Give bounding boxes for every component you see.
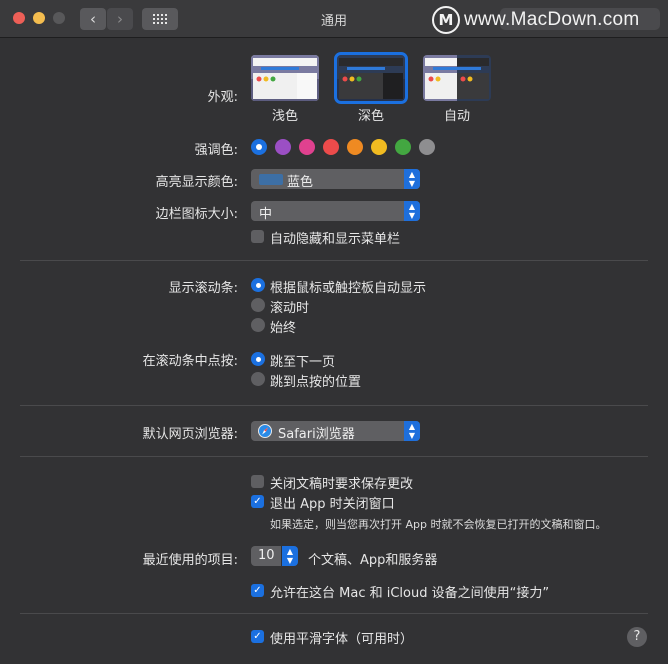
handoff-checkbox[interactable]: ✓ <box>251 584 264 597</box>
sidebar-icon-size-value: 中 <box>259 207 273 222</box>
updown-arrows-icon: ▲ ▼ <box>404 169 420 189</box>
preferences-window: ‹ › 通用 M www.MacDown.com 外观: 浅色 深色 自动 强调… <box>0 0 668 664</box>
jump-to-spot-label: 跳到点按的位置 <box>270 375 362 390</box>
recent-items-suffix: 个文稿、App和服务器 <box>308 553 438 568</box>
updown-arrows-icon: ▲ ▼ <box>404 201 420 221</box>
highlight-color-label: 高亮显示颜色: <box>155 175 238 190</box>
accent-color-swatch[interactable] <box>251 139 267 155</box>
highlight-color-value: 蓝色 <box>287 175 314 190</box>
close-windows-label: 退出 App 时关闭窗口 <box>270 497 395 512</box>
safari-compass-icon <box>258 424 272 438</box>
default-browser-label: 默认网页浏览器: <box>142 427 238 442</box>
font-smoothing-checkbox[interactable]: ✓ <box>251 630 264 643</box>
scrollbars-scrolling-radio[interactable] <box>251 298 265 312</box>
titlebar: ‹ › 通用 M www.MacDown.com <box>0 0 668 38</box>
recent-items-stepper[interactable]: ▲ ▼ <box>282 546 298 566</box>
recent-items-label: 最近使用的项目: <box>142 553 238 568</box>
highlight-swatch <box>259 174 283 185</box>
accent-color-swatch[interactable] <box>347 139 363 155</box>
updown-arrows-icon: ▲ ▼ <box>286 547 294 565</box>
appearance-dark-label: 深色 <box>357 109 384 124</box>
sidebar-icon-size-popup[interactable]: 中 ▲ ▼ <box>251 201 420 222</box>
accent-color-swatch[interactable] <box>371 139 387 155</box>
jump-next-page-label: 跳至下一页 <box>270 355 336 370</box>
default-browser-popup[interactable]: Safari浏览器 ▲ ▼ <box>251 421 420 442</box>
highlight-color-popup[interactable]: 蓝色 ▲ ▼ <box>251 169 420 190</box>
scrollbars-always-radio[interactable] <box>251 318 265 332</box>
scrollbars-auto-radio[interactable] <box>251 278 265 292</box>
show-scrollbars-label: 显示滚动条: <box>168 281 238 296</box>
accent-color-swatch[interactable] <box>275 139 291 155</box>
help-button[interactable]: ? <box>627 627 647 647</box>
autohide-menubar-checkbox[interactable] <box>251 230 264 243</box>
watermark-logo: M <box>432 6 460 34</box>
font-smoothing-label: 使用平滑字体（可用时） <box>270 632 414 647</box>
checkmark-icon: ✓ <box>253 631 262 642</box>
separator <box>20 613 648 614</box>
close-windows-note: 如果选定，则当您再次打开 App 时就不会恢复已打开的文稿和窗口。 <box>270 518 607 531</box>
ask-save-changes-label: 关闭文稿时要求保存更改 <box>270 477 414 492</box>
default-browser-value: Safari浏览器 <box>278 427 355 442</box>
recent-items-value[interactable]: 10 <box>251 546 281 566</box>
accent-color-swatch[interactable] <box>395 139 411 155</box>
scrollbars-scrolling-label: 滚动时 <box>270 301 310 316</box>
separator <box>20 260 648 261</box>
separator <box>20 405 648 406</box>
selected-dot-icon <box>256 144 262 150</box>
scrollbars-auto-label: 根据鼠标或触控板自动显示 <box>270 281 427 296</box>
separator <box>20 456 648 457</box>
jump-to-spot-radio[interactable] <box>251 372 265 386</box>
sidebar-icon-size-label: 边栏图标大小: <box>155 207 238 222</box>
checkmark-icon: ✓ <box>253 496 262 507</box>
dark-preview-image <box>337 55 405 101</box>
handoff-label: 允许在这台 Mac 和 iCloud 设备之间使用“接力” <box>270 586 550 601</box>
auto-preview-image <box>423 55 491 101</box>
autohide-menubar-label: 自动隐藏和显示菜单栏 <box>270 232 401 247</box>
updown-arrows-icon: ▲ ▼ <box>404 421 420 441</box>
jump-next-page-radio[interactable] <box>251 352 265 366</box>
close-windows-checkbox[interactable]: ✓ <box>251 495 264 508</box>
light-preview-image <box>251 55 319 101</box>
watermark-text: www.MacDown.com <box>464 9 640 30</box>
click-scrollbar-label: 在滚动条中点按: <box>142 354 238 369</box>
scrollbars-always-label: 始终 <box>270 321 297 336</box>
watermark: M www.MacDown.com <box>432 6 640 34</box>
accent-color-swatch[interactable] <box>323 139 339 155</box>
checkmark-icon: ✓ <box>253 585 262 596</box>
accent-color-swatch[interactable] <box>419 139 435 155</box>
appearance-light-option[interactable] <box>251 55 319 101</box>
appearance-auto-label: 自动 <box>443 109 470 124</box>
appearance-auto-option[interactable] <box>423 55 491 101</box>
appearance-dark-option[interactable] <box>334 52 408 104</box>
appearance-label: 外观: <box>207 90 238 105</box>
accent-color-label: 强调色: <box>194 143 238 158</box>
ask-save-changes-checkbox[interactable] <box>251 475 264 488</box>
accent-color-swatch[interactable] <box>299 139 315 155</box>
appearance-light-label: 浅色 <box>271 109 298 124</box>
